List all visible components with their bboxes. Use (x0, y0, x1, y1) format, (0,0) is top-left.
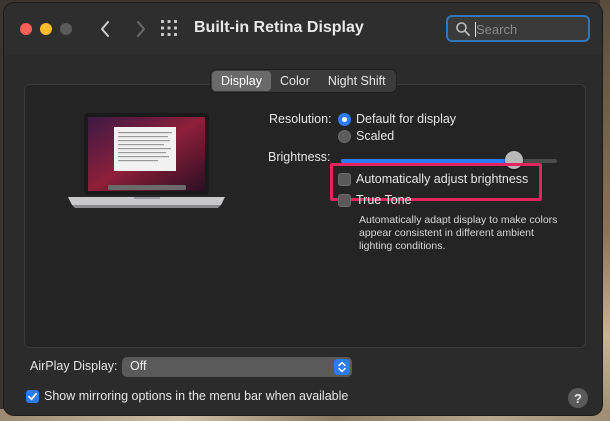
back-button[interactable] (94, 16, 116, 42)
zoom-button[interactable] (60, 23, 72, 35)
search-icon (456, 22, 470, 36)
chevron-left-icon (101, 21, 109, 37)
updown-chevron-icon (334, 359, 350, 375)
tab-display[interactable]: Display (212, 71, 271, 91)
minimize-button[interactable] (40, 23, 52, 35)
airplay-value: Off (130, 359, 147, 373)
airplay-label: AirPlay Display: (30, 359, 118, 373)
airplay-select[interactable]: Off (122, 357, 352, 377)
mirroring-label[interactable]: Show mirroring options in the menu bar w… (44, 389, 348, 403)
checkmark-icon (28, 392, 37, 401)
true-tone-description: Automatically adapt display to make colo… (359, 214, 558, 252)
resolution-default-label[interactable]: Default for display (356, 112, 456, 126)
tab-color[interactable]: Color (271, 71, 319, 91)
true-tone-checkbox[interactable] (338, 194, 351, 207)
help-button[interactable]: ? (568, 388, 588, 408)
search-input[interactable] (474, 19, 586, 40)
mirroring-checkbox[interactable] (26, 390, 39, 403)
preferences-window: Built-in Retina Display Display Color Ni… (4, 3, 602, 415)
chevron-right-icon (137, 21, 145, 37)
search-field[interactable] (446, 15, 590, 42)
window-title: Built-in Retina Display (194, 19, 364, 36)
close-button[interactable] (20, 23, 32, 35)
resolution-label: Resolution: (269, 112, 332, 126)
tab-night-shift[interactable]: Night Shift (319, 71, 395, 91)
resolution-default-radio[interactable] (338, 113, 351, 126)
true-tone-label[interactable]: True Tone (356, 193, 412, 207)
tab-bar: Display Color Night Shift (211, 70, 396, 92)
laptop-image (68, 113, 225, 208)
resolution-scaled-label[interactable]: Scaled (356, 129, 394, 143)
show-all-button[interactable] (160, 19, 180, 39)
title-bar: Built-in Retina Display (4, 3, 602, 55)
resolution-scaled-radio[interactable] (338, 130, 351, 143)
forward-button[interactable] (130, 16, 152, 42)
grid-icon (161, 20, 177, 36)
brightness-label: Brightness: (268, 150, 331, 164)
